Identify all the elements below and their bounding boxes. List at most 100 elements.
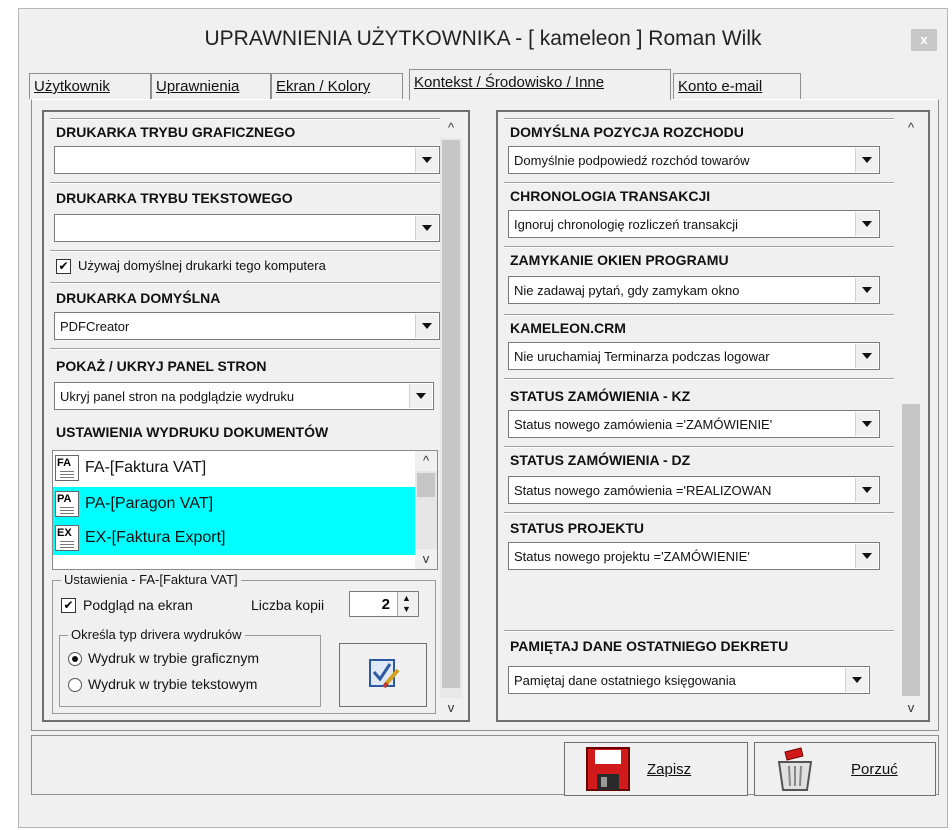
graphic-printer-select[interactable] — [54, 146, 440, 174]
graphic-mode-radio[interactable] — [68, 652, 82, 666]
default-issue-position-select[interactable]: Domyślnie podpowiedź rozchód towarów — [508, 146, 880, 174]
scroll-thumb[interactable] — [442, 140, 460, 688]
trash-can-icon — [777, 747, 813, 791]
transaction-chronology-select[interactable]: Ignoruj chronologię rozliczeń transakcji — [508, 210, 880, 238]
divider — [504, 246, 894, 248]
last-entry-select[interactable]: Pamiętaj dane ostatniego księgowania — [508, 666, 870, 694]
scroll-down-icon[interactable]: v — [440, 698, 462, 718]
page-panel-select[interactable]: Ukryj panel stron na podglądzie wydruku — [54, 382, 434, 410]
window-closing-select[interactable]: Nie zadawaj pytań, gdy zamykam okno — [508, 276, 880, 304]
tab-context-environment[interactable]: Kontekst / Środowisko / Inne — [409, 69, 671, 100]
document-label: PA-[Paragon VAT] — [85, 495, 214, 512]
divider — [50, 282, 440, 284]
scroll-up-icon[interactable]: ^ — [440, 118, 462, 138]
tab-email-account[interactable]: Konto e-mail — [673, 73, 801, 99]
document-label: EX-[Faktura Export] — [85, 529, 226, 546]
scroll-down-icon[interactable]: v — [900, 698, 922, 718]
list-item[interactable]: PA PA-[Paragon VAT] — [53, 487, 415, 521]
chevron-down-icon[interactable] — [409, 384, 432, 408]
chevron-down-icon[interactable] — [415, 148, 438, 172]
divider — [504, 630, 894, 632]
order-status-kz-select[interactable]: Status nowego zamówienia ='ZAMÓWIENIE' — [508, 410, 880, 438]
chevron-down-icon[interactable] — [855, 278, 878, 302]
transaction-chronology-label: CHRONOLOGIA TRANSAKCJI — [510, 188, 711, 204]
chevron-down-icon[interactable] — [415, 314, 438, 338]
tab-screen-colors[interactable]: Ekran / Kolory — [271, 73, 403, 99]
chevron-down-icon[interactable] — [415, 216, 438, 240]
chevron-down-icon[interactable] — [855, 148, 878, 172]
order-status-dz-label: STATUS ZAMÓWIENIA - DZ — [510, 452, 691, 468]
divider — [50, 182, 440, 184]
use-default-printer-checkbox[interactable]: ✔ — [56, 259, 71, 274]
order-status-kz-label: STATUS ZAMÓWIENIA - KZ — [510, 388, 691, 404]
driver-type-group: Określa typ drivera wydruków Wydruk w tr… — [59, 627, 321, 707]
checklist-edit-icon — [369, 659, 400, 689]
increment-icon[interactable]: ▲ — [402, 593, 411, 603]
title-bar: UPRAWNIENIA UŻYTKOWNIKA - [ kameleon ] R… — [19, 9, 947, 67]
document-icon: PA — [55, 491, 79, 517]
document-icon: FA — [55, 455, 79, 481]
print-settings-edit-button[interactable] — [339, 643, 427, 707]
chevron-down-icon[interactable] — [845, 668, 868, 692]
scroll-thumb[interactable] — [902, 404, 920, 696]
document-label: FA-[Faktura VAT] — [85, 459, 207, 476]
tab-user[interactable]: Użytkownik — [29, 73, 151, 99]
cancel-button[interactable]: Porzuć — [754, 742, 936, 796]
print-settings-label: USTAWIENIA WYDRUKU DOKUMENTÓW — [56, 424, 329, 440]
text-mode-radio[interactable] — [68, 678, 82, 692]
divider — [504, 182, 894, 184]
scroll-up-icon[interactable]: ^ — [415, 451, 437, 471]
list-item[interactable]: EX EX-[Faktura Export] — [53, 521, 415, 555]
preview-label: Podgląd na ekran — [83, 597, 193, 613]
document-list-scrollbar[interactable]: ^ v — [415, 451, 437, 569]
project-status-value: Status nowego projektu ='ZAMÓWIENIE' — [514, 549, 750, 564]
scroll-down-icon[interactable]: v — [415, 549, 437, 569]
tab-permissions[interactable]: Uprawnienia — [151, 73, 271, 99]
divider — [50, 348, 440, 350]
chevron-down-icon[interactable] — [855, 344, 878, 368]
chevron-down-icon[interactable] — [855, 412, 878, 436]
right-pane-scrollbar[interactable]: ^ v — [900, 118, 922, 718]
tab-panel: DRUKARKA TRYBU GRAFICZNEGO DRUKARKA TRYB… — [31, 99, 939, 731]
right-pane: DOMYŚLNA POZYCJA ROZCHODU Domyślnie podp… — [496, 110, 930, 722]
crm-select[interactable]: Nie uruchamiaj Terminarza podczas logowa… — [508, 342, 880, 370]
document-list[interactable]: FA FA-[Faktura VAT] PA PA-[Paragon VAT] … — [52, 450, 438, 570]
page-panel-label: POKAŻ / UKRYJ PANEL STRON — [56, 358, 267, 374]
order-status-kz-value: Status nowego zamówienia ='ZAMÓWIENIE' — [514, 417, 773, 432]
scroll-up-icon[interactable]: ^ — [900, 118, 922, 138]
last-entry-label: PAMIĘTAJ DANE OSTATNIEGO DEKRETU — [510, 638, 789, 654]
copies-label: Liczba kopii — [251, 597, 325, 613]
divider — [504, 446, 894, 448]
window-closing-value: Nie zadawaj pytań, gdy zamykam okno — [514, 283, 740, 298]
default-printer-select[interactable]: PDFCreator — [54, 312, 440, 340]
text-printer-label: DRUKARKA TRYBU TEKSTOWEGO — [56, 190, 293, 206]
order-status-dz-select[interactable]: Status nowego zamówienia ='REALIZOWAN — [508, 476, 880, 504]
list-item[interactable]: FA FA-[Faktura VAT] — [53, 451, 415, 485]
close-button[interactable]: x — [911, 29, 937, 51]
crm-value: Nie uruchamiaj Terminarza podczas logowa… — [514, 349, 770, 364]
chevron-down-icon[interactable] — [855, 544, 878, 568]
last-entry-value: Pamiętaj dane ostatniego księgowania — [514, 673, 736, 688]
left-pane: DRUKARKA TRYBU GRAFICZNEGO DRUKARKA TRYB… — [42, 110, 470, 722]
cancel-label: Porzuć — [851, 761, 898, 778]
text-printer-select[interactable] — [54, 214, 440, 242]
decrement-icon[interactable]: ▼ — [402, 604, 411, 614]
divider — [504, 118, 894, 120]
footer-bar: Zapisz Porzuć — [31, 735, 939, 796]
chevron-down-icon[interactable] — [855, 478, 878, 502]
chevron-down-icon[interactable] — [855, 212, 878, 236]
stepper-arrows[interactable]: ▲ ▼ — [397, 592, 418, 616]
document-settings-title: Ustawienia - FA-[Faktura VAT] — [61, 572, 241, 587]
default-issue-position-label: DOMYŚLNA POZYCJA ROZCHODU — [510, 124, 744, 140]
project-status-select[interactable]: Status nowego projektu ='ZAMÓWIENIE' — [508, 542, 880, 570]
save-button[interactable]: Zapisz — [564, 742, 748, 796]
copies-stepper[interactable]: 2 ▲ ▼ — [349, 591, 419, 617]
preview-checkbox[interactable]: ✔ — [61, 598, 76, 613]
graphic-printer-label: DRUKARKA TRYBU GRAFICZNEGO — [56, 124, 296, 140]
divider — [504, 314, 894, 316]
transaction-chronology-value: Ignoruj chronologię rozliczeń transakcji — [514, 217, 739, 232]
scroll-thumb[interactable] — [417, 473, 435, 497]
left-pane-scrollbar[interactable]: ^ v — [440, 118, 462, 718]
divider — [504, 378, 894, 380]
text-mode-label: Wydruk w trybie tekstowym — [88, 676, 258, 692]
